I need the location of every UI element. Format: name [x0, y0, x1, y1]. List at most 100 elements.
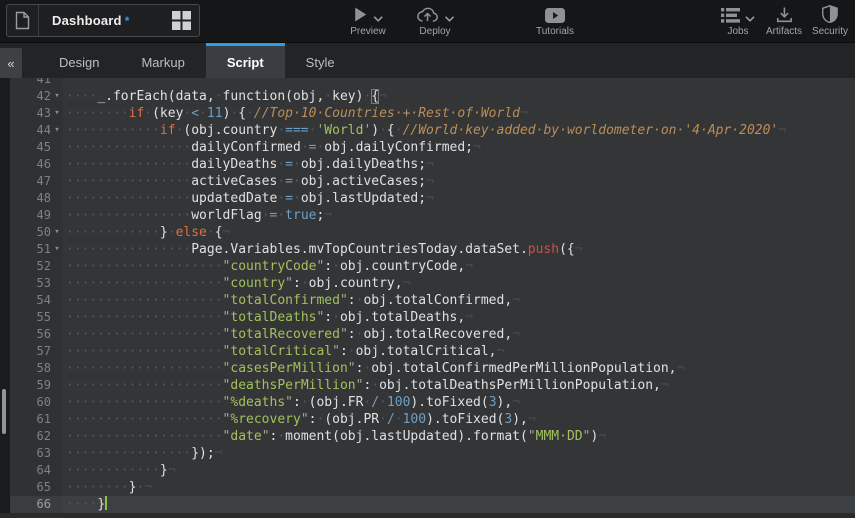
jobs-icon	[721, 8, 740, 23]
line-number: 49	[37, 207, 51, 224]
tab-style[interactable]: Style	[285, 43, 356, 78]
gutter-cell: 46	[10, 156, 63, 173]
code-line[interactable]: 61····················"%recovery":·(obj.…	[10, 411, 855, 428]
line-number: 45	[37, 139, 51, 156]
gutter-cell: 64	[10, 462, 63, 479]
gutter-cell: 66	[10, 496, 63, 513]
code-line[interactable]: 46 ················dailyDeaths·=·obj.dail…	[10, 156, 855, 173]
gutter-cell: 41	[10, 78, 63, 88]
jobs-label: Jobs	[727, 26, 748, 37]
code-line-text: ····················"%recovery":·(obj.PR…	[63, 411, 855, 428]
code-line-text: ····················"totalConfirmed":·ob…	[63, 292, 855, 309]
tab-design[interactable]: Design	[38, 43, 120, 78]
security-label: Security	[812, 26, 848, 37]
code-line[interactable]: 56····················"totalRecovered":·…	[10, 326, 855, 343]
code-line[interactable]: 49 ················worldFlag·=·true;¬	[10, 207, 855, 224]
code-line-text: ················dailyDeaths·=·obj.dailyD…	[63, 156, 855, 173]
page-file-button[interactable]	[7, 5, 39, 36]
line-number: 59	[37, 377, 51, 394]
code-line[interactable]: 42▾····_.forEach(data,·function(obj,·key…	[10, 88, 855, 105]
fold-marker[interactable]: ▾	[51, 105, 63, 122]
collapse-panel-button[interactable]: «	[0, 48, 22, 79]
editor-bottom-scroll-track	[0, 513, 855, 518]
code-line[interactable]: 65 ········}·¬	[10, 479, 855, 496]
code-line[interactable]: 41	[10, 78, 855, 88]
gutter-cell: 59	[10, 377, 63, 394]
line-number: 48	[37, 190, 51, 207]
code-line-text	[63, 78, 855, 88]
tutorials-label: Tutorials	[536, 26, 574, 37]
code-line[interactable]: 54 ····················"totalConfirmed":·…	[10, 292, 855, 309]
gutter-cell: 63	[10, 445, 63, 462]
line-number: 65	[37, 479, 51, 496]
code-line[interactable]: 64 ············}¬	[10, 462, 855, 479]
chevron-down-icon[interactable]	[373, 16, 383, 22]
fold-marker[interactable]: ▾	[51, 88, 63, 105]
line-number: 60	[37, 394, 51, 411]
code-line[interactable]: 45················dailyConfirmed·=·obj.d…	[10, 139, 855, 156]
line-number: 46	[37, 156, 51, 173]
line-number: 55	[37, 309, 51, 326]
code-line[interactable]: 63················});¬	[10, 445, 855, 462]
code-line[interactable]: 53····················"country":·obj.cou…	[10, 275, 855, 292]
code-editor[interactable]: 4142▾····_.forEach(data,·function(obj,·k…	[0, 78, 855, 518]
deploy-button[interactable]: Deploy	[416, 4, 455, 37]
code-line-text: ············}¬	[63, 462, 855, 479]
security-button[interactable]: Security	[812, 4, 848, 37]
code-line-text: ················worldFlag·=·true;¬	[63, 207, 855, 224]
scrollbar-thumb[interactable]	[2, 389, 6, 434]
tutorials-button[interactable]: Tutorials	[536, 4, 574, 37]
pages-grid-button[interactable]	[163, 5, 199, 36]
code-line[interactable]: 47················activeCases·=·obj.acti…	[10, 173, 855, 190]
app-window: Dashboard * Preview Deploy Tutorials Jobs Ar…	[0, 0, 855, 518]
code-line[interactable]: 51▾················Page.Variables.mvTopC…	[10, 241, 855, 258]
code-line[interactable]: 59····················"deathsPerMillion"…	[10, 377, 855, 394]
code-line-text: ················Page.Variables.mvTopCoun…	[63, 241, 855, 258]
line-number: 41	[37, 78, 51, 88]
line-number: 54	[37, 292, 51, 309]
code-line[interactable]: 60 ····················"%deaths":·(obj.FR…	[10, 394, 855, 411]
line-number: 53	[37, 275, 51, 292]
code-line[interactable]: 57····················"totalCritical":·o…	[10, 343, 855, 360]
chevron-down-icon[interactable]	[745, 16, 755, 22]
gutter-cell: 61	[10, 411, 63, 428]
line-number: 64	[37, 462, 51, 479]
gutter-cell: 56	[10, 326, 63, 343]
code-line[interactable]: 50▾············}·else·{¬	[10, 224, 855, 241]
code-line[interactable]: 44▾············if·(obj.country·===·'Worl…	[10, 122, 855, 139]
code-line[interactable]: 43▾········if·(key·<·11)·{·//Top·10·Coun…	[10, 105, 855, 122]
code-line[interactable]: 52····················"countryCode":·obj…	[10, 258, 855, 275]
page-title: Dashboard	[52, 13, 122, 28]
page-title-wrap[interactable]: Dashboard *	[39, 5, 163, 36]
fold-marker[interactable]: ▾	[51, 224, 63, 241]
code-line[interactable]: 58····················"casesPerMillion":…	[10, 360, 855, 377]
cloud-upload-icon	[416, 6, 440, 23]
code-line-text: ····}	[63, 496, 855, 513]
fold-marker[interactable]: ▾	[51, 241, 63, 258]
gutter-cell: 51▾	[10, 241, 63, 258]
code-line[interactable]: 62····················"date":·moment(obj…	[10, 428, 855, 445]
preview-button[interactable]: Preview	[350, 4, 386, 37]
code-line-text: ····················"%deaths":·(obj.FR·/…	[63, 394, 855, 411]
code-line-text: ····················"date":·moment(obj.l…	[63, 428, 855, 445]
tab-script[interactable]: Script	[206, 43, 285, 78]
tab-markup[interactable]: Markup	[120, 43, 205, 78]
gutter-cell: 44▾	[10, 122, 63, 139]
artifacts-button[interactable]: Artifacts	[766, 4, 802, 37]
gutter-cell: 52	[10, 258, 63, 275]
code-line[interactable]: 66····}	[10, 496, 855, 513]
play-icon	[352, 6, 368, 23]
gutter-cell: 55	[10, 309, 63, 326]
code-line-text: ········}·¬	[63, 479, 855, 496]
code-line[interactable]: 55····················"totalDeaths":·obj…	[10, 309, 855, 326]
code-line[interactable]: 48················updatedDate·=·obj.last…	[10, 190, 855, 207]
chevron-down-icon[interactable]	[445, 16, 455, 22]
gutter-cell: 58	[10, 360, 63, 377]
top-toolbar: Dashboard * Preview Deploy Tutorials Jobs Ar…	[0, 0, 855, 42]
line-number: 50	[37, 224, 51, 241]
code-line-text: ····················"casesPerMillion":·o…	[63, 360, 855, 377]
fold-marker[interactable]: ▾	[51, 122, 63, 139]
jobs-button[interactable]: Jobs	[721, 4, 755, 37]
code-line-text: ····················"totalRecovered":·ob…	[63, 326, 855, 343]
unsaved-changes-marker: *	[125, 14, 130, 28]
